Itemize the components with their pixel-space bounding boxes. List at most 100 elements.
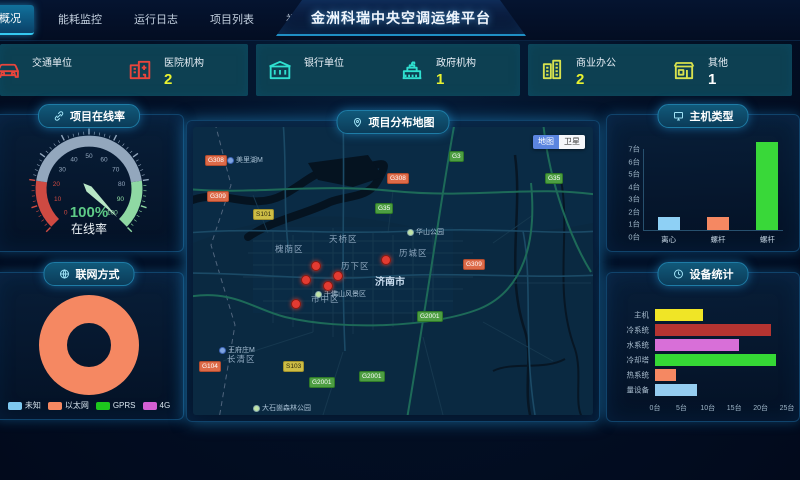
y-axis-tick: 6台: [628, 156, 640, 167]
row-label-冷却塔: 冷却塔: [617, 355, 649, 366]
legend-label: 未知: [25, 400, 41, 411]
legend-swatch: [143, 402, 157, 410]
project-marker[interactable]: [291, 299, 301, 309]
legend-swatch: [96, 402, 110, 410]
district-label: 槐荫区: [275, 243, 304, 255]
stat-government: 政府机构1: [388, 54, 520, 87]
city-label: 济南市: [375, 273, 405, 288]
legend-label: 以太网: [65, 400, 89, 411]
bar-量设备: [655, 384, 697, 396]
poi-千佛山风景区: 千佛山风景区: [315, 289, 366, 299]
bar-螺杆: [707, 217, 729, 230]
poi-label: 千佛山风景区: [324, 289, 366, 299]
panel-title: 项目在线率: [70, 108, 125, 124]
bar-主机: [655, 309, 703, 321]
road-badge-G3: G3: [449, 151, 464, 162]
x-axis-label: 离心: [647, 234, 691, 245]
dashboard-root: 概况能耗监控运行日志项目列表视频监控 金洲科瑞中央空调运维平台 交通单位医院机构…: [0, 0, 800, 480]
host-type-plot: 0台1台2台3台4台5台6台7台离心螺杆螺杆: [643, 149, 783, 231]
clock-icon: [673, 268, 685, 280]
stat-cards: 交通单位医院机构2银行单位政府机构1商业办公2其他1: [0, 44, 800, 96]
bar-冷系统: [655, 324, 771, 336]
poi-大石崮森林公园: 大石崮森林公园: [253, 403, 311, 413]
road-badge-G2001: G2001: [417, 311, 443, 322]
metro-icon: [219, 347, 226, 354]
panel-title: 联网方式: [76, 266, 120, 282]
stat-label: 商业办公: [576, 54, 616, 69]
stat-card: 商业办公2其他1: [528, 44, 792, 96]
row-label-量设备: 量设备: [617, 385, 649, 396]
device-stats-chart: 主机冷系统水系统冷却塔热系统量设备0台5台10台15台20台25台: [617, 305, 789, 399]
panel-project-map: 项目分布地图: [186, 120, 600, 422]
bar-冷却塔: [655, 354, 776, 366]
road-badge-S103: S103: [283, 361, 304, 372]
panel-device-stats-header: 设备统计: [658, 262, 749, 286]
stat-card: 银行单位 政府机构1: [256, 44, 520, 96]
svg-text:80: 80: [118, 181, 126, 188]
hospital-icon: [126, 56, 154, 84]
project-marker[interactable]: [301, 275, 311, 285]
legend-item-GPRS[interactable]: GPRS: [96, 400, 136, 411]
stat-value: [32, 72, 72, 87]
bank-icon: [266, 56, 294, 84]
stat-label: 银行单位: [304, 54, 344, 69]
legend-swatch: [48, 402, 62, 410]
poi-dot: [253, 405, 260, 412]
road-badge-G308: G308: [387, 173, 409, 184]
stat-value: [304, 72, 344, 87]
project-marker[interactable]: [381, 255, 391, 265]
top-nav-bar: 概况能耗监控运行日志项目列表视频监控 金洲科瑞中央空调运维平台: [0, 0, 800, 41]
legend-item-未知[interactable]: 未知: [8, 400, 41, 411]
stat-traffic: 交通单位: [0, 54, 116, 87]
panel-project-map-header: 项目分布地图: [337, 110, 450, 134]
project-marker[interactable]: [323, 281, 333, 291]
panel-title: 主机类型: [690, 108, 734, 124]
stat-text-traffic: 交通单位: [32, 54, 72, 87]
tab-project-list[interactable]: 项目列表: [194, 0, 270, 40]
gauge-hub: [86, 186, 92, 192]
stat-text-bank: 银行单位: [304, 54, 344, 87]
tab-overview[interactable]: 概况: [0, 5, 34, 35]
y-axis-tick: 1台: [628, 219, 640, 230]
monitor-icon: [673, 110, 685, 122]
link-icon: [53, 110, 65, 122]
legend-label: GPRS: [113, 401, 136, 410]
svg-text:90: 90: [117, 196, 125, 203]
satellite-mode-button[interactable]: 卫星: [559, 135, 585, 149]
road-badge-G35: G35: [545, 173, 563, 184]
road-badge-G2001: G2001: [309, 377, 335, 388]
legend-item-4G[interactable]: 4G: [143, 400, 171, 411]
online-rate-gauge: 0102030405060708090100 100% 在线率: [0, 125, 183, 243]
tab-run-log[interactable]: 运行日志: [118, 0, 194, 40]
svg-text:10: 10: [54, 196, 62, 203]
district-label: 历城区: [399, 247, 428, 259]
map-viewport[interactable]: G308G309G308G309G104G3G35G35G2001G2001G2…: [193, 127, 593, 415]
stat-label: 其他: [708, 54, 728, 69]
stat-card: 交通单位医院机构2: [0, 44, 248, 96]
row-label-水系统: 水系统: [617, 340, 649, 351]
x-axis-label: 螺杆: [745, 234, 789, 245]
svg-text:70: 70: [112, 167, 120, 174]
network-legend: 未知 以太网 GPRS 4G: [0, 400, 183, 411]
stat-text-business: 商业办公2: [576, 54, 616, 87]
map-mode-button[interactable]: 地图: [533, 135, 559, 149]
panel-device-stats: 设备统计 主机冷系统水系统冷却塔热系统量设备0台5台10台15台20台25台: [606, 272, 800, 422]
y-axis-tick: 4台: [628, 181, 640, 192]
x-axis-tick: 20台: [750, 403, 772, 413]
tab-energy-monitor[interactable]: 能耗监控: [42, 0, 118, 40]
project-marker[interactable]: [333, 271, 343, 281]
government-icon: [398, 56, 426, 84]
panel-online-rate: 项目在线率 0102030405060708090100 100% 在线率: [0, 114, 184, 252]
legend-item-以太网[interactable]: 以太网: [48, 400, 89, 411]
y-axis-tick: 0台: [628, 232, 640, 243]
project-marker[interactable]: [311, 261, 321, 271]
svg-text:0: 0: [64, 209, 68, 216]
x-axis-tick: 0台: [644, 403, 666, 413]
map-labels-layer: G308G309G308G309G104G3G35G35G2001G2001G2…: [193, 127, 593, 415]
road-badge-G308: G308: [205, 155, 227, 166]
panel-host-type: 主机类型 0台1台2台3台4台5台6台7台离心螺杆螺杆: [606, 114, 800, 252]
panel-title: 设备统计: [690, 266, 734, 282]
metro-station-王府庄M: 王府庄M: [219, 345, 255, 355]
page-title: 金洲科瑞中央空调运维平台: [311, 8, 491, 28]
x-axis-tick: 10台: [697, 403, 719, 413]
